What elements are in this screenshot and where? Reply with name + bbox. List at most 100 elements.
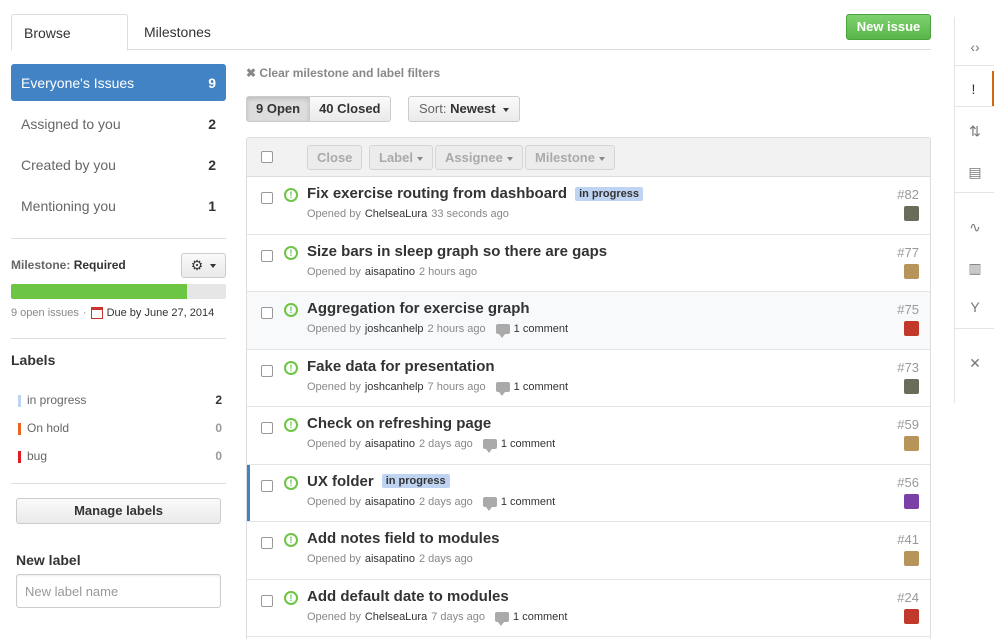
avatar[interactable] xyxy=(904,378,919,394)
issue-title[interactable]: Fake data for presentation xyxy=(307,358,495,375)
label-item-on-hold[interactable]: On hold 0 xyxy=(11,414,226,442)
issue-title-wrap: Aggregation for exercise graph xyxy=(307,300,530,317)
label-count: 2 xyxy=(215,393,222,407)
settings-icon[interactable]: ✕ xyxy=(955,345,994,381)
issue-checkbox[interactable] xyxy=(261,537,273,549)
issue-label-badge[interactable]: in progress xyxy=(381,474,450,488)
issue-checkbox[interactable] xyxy=(261,422,273,434)
issue-state-toggle: 9 Open 40 Closed xyxy=(246,96,391,122)
issue-row[interactable]: ! Aggregation for exercise graph Opened by… xyxy=(247,292,930,350)
issue-author[interactable]: aisapatino xyxy=(365,438,415,450)
issue-title[interactable]: Add default date to modules xyxy=(307,588,509,605)
filter-created-by-you[interactable]: Created by you 2 xyxy=(11,146,226,183)
select-all-checkbox[interactable] xyxy=(261,151,273,163)
clear-filters-link[interactable]: ✖ Clear milestone and label filters xyxy=(246,66,440,80)
graphs-icon[interactable]: ▥ xyxy=(955,250,994,286)
pulse-icon[interactable]: ∿ xyxy=(955,209,994,245)
milestone-settings-button[interactable]: ⚙ xyxy=(181,253,226,278)
issue-checkbox[interactable] xyxy=(261,364,273,377)
open-issue-icon: ! xyxy=(284,418,298,432)
label-item-bug[interactable]: bug 0 xyxy=(11,442,226,470)
network-icon[interactable]: Y xyxy=(955,289,994,325)
open-issue-icon: ! xyxy=(284,360,298,375)
issue-title-wrap: Check on refreshing page xyxy=(307,415,491,432)
open-issues-button[interactable]: 9 Open xyxy=(246,96,311,122)
issue-title[interactable]: UX folder xyxy=(307,473,374,490)
issue-title[interactable]: Add notes field to modules xyxy=(307,530,500,547)
issue-author[interactable]: joshcanhelp xyxy=(365,381,424,393)
issue-row[interactable]: ! Fake data for presentation Opened by josh… xyxy=(247,350,930,407)
opened-by-prefix: Opened by xyxy=(307,553,361,565)
filter-assigned-to-you[interactable]: Assigned to you 2 xyxy=(11,105,226,142)
issue-row[interactable]: ! Fix exercise routing from dashboard in p… xyxy=(247,177,930,235)
tab-browse-issues[interactable]: Browse Issues xyxy=(11,14,128,77)
open-issue-icon: ! xyxy=(284,188,298,202)
issue-comments[interactable]: 1 comment xyxy=(513,611,567,623)
issue-checkbox[interactable] xyxy=(261,479,273,492)
milestone-dropdown[interactable]: Milestone xyxy=(525,145,615,170)
close-issues-button[interactable]: Close xyxy=(307,145,363,170)
avatar[interactable] xyxy=(904,263,919,279)
avatar[interactable] xyxy=(904,206,919,221)
new-label-input[interactable] xyxy=(16,574,221,608)
closed-issues-button[interactable]: 40 Closed xyxy=(310,96,391,122)
issue-row[interactable]: ! UX folder in progress Opened by aisapatino… xyxy=(247,465,930,522)
sort-dropdown[interactable]: Sort: Newest xyxy=(408,96,521,122)
issue-comments[interactable]: 1 comment xyxy=(514,323,568,335)
issue-checkbox[interactable] xyxy=(261,249,273,262)
issue-time: 2 hours ago xyxy=(427,323,486,335)
filter-mentioning-you[interactable]: Mentioning you 1 xyxy=(11,187,226,224)
tab-milestones[interactable]: Milestones xyxy=(132,14,223,50)
issue-time: 2 days ago xyxy=(418,438,473,450)
issue-row[interactable]: ! Add notes field to modules Opened by aisa… xyxy=(247,522,930,580)
issue-comments[interactable]: 1 comment xyxy=(514,381,568,393)
issue-row[interactable]: ! Check on refreshing page Opened by aisapa… xyxy=(247,407,930,465)
opened-by-prefix: Opened by xyxy=(307,495,361,508)
filter-everyones-issues[interactable]: Everyone's Issues 9 xyxy=(11,64,226,101)
label-color-swatch xyxy=(18,422,21,435)
new-issue-button[interactable]: New issue xyxy=(846,14,931,40)
issue-number: #82 xyxy=(897,187,919,202)
issue-row[interactable]: ! Add default date to modules Opened by Che… xyxy=(247,580,930,637)
comment-icon xyxy=(482,439,497,453)
opened-by-prefix: Opened by xyxy=(307,265,361,278)
issue-author[interactable]: aisapatino xyxy=(365,266,415,278)
assignee-dropdown[interactable]: Assignee xyxy=(435,145,523,170)
open-issue-icon: ! xyxy=(284,245,298,260)
issue-time: 7 days ago xyxy=(431,610,486,623)
issue-row[interactable]: ! Size bars in sleep graph so there are g… xyxy=(247,235,930,292)
pull-request-icon[interactable]: ⇅ xyxy=(955,113,994,149)
wiki-icon[interactable]: ▤ xyxy=(955,154,994,190)
manage-labels-button[interactable]: Manage labels xyxy=(16,498,221,524)
avatar[interactable] xyxy=(904,551,919,566)
chevron-down-icon xyxy=(503,107,510,112)
issue-author[interactable]: aisapatino xyxy=(365,553,415,565)
issue-author[interactable]: aisapatino xyxy=(365,496,415,508)
issue-comments[interactable]: 1 comment xyxy=(501,438,555,450)
issues-icon[interactable]: ! xyxy=(955,71,994,107)
nav-divider xyxy=(955,106,994,107)
issue-title[interactable]: Aggregation for exercise graph xyxy=(307,300,530,317)
label-item-in-progress[interactable]: in progress 2 xyxy=(11,386,226,414)
nav-divider xyxy=(955,328,994,329)
issue-title[interactable]: Size bars in sleep graph so there are ga… xyxy=(307,243,607,260)
avatar[interactable] xyxy=(904,321,919,336)
milestone-open-issues[interactable]: 9 open issues xyxy=(11,307,79,319)
milestone-separator: · xyxy=(82,307,87,319)
issue-author[interactable]: ChelseaLura xyxy=(365,611,427,623)
avatar[interactable] xyxy=(904,493,919,509)
issue-checkbox[interactable] xyxy=(261,192,273,204)
issue-filters: Everyone's Issues 9 Assigned to you 2 Cr… xyxy=(11,64,226,228)
issue-author[interactable]: ChelseaLura xyxy=(365,208,427,220)
issue-title[interactable]: Fix exercise routing from dashboard xyxy=(307,185,567,202)
issue-checkbox[interactable] xyxy=(261,594,273,607)
issue-author[interactable]: joshcanhelp xyxy=(365,323,424,335)
issue-label-badge[interactable]: in progress xyxy=(575,186,643,201)
code-icon[interactable]: ‹› xyxy=(955,29,994,65)
avatar[interactable] xyxy=(904,436,919,451)
issue-checkbox[interactable] xyxy=(261,307,273,319)
issue-comments[interactable]: 1 comment xyxy=(501,496,555,508)
avatar[interactable] xyxy=(904,608,919,624)
label-dropdown[interactable]: Label xyxy=(369,145,433,170)
issue-title[interactable]: Check on refreshing page xyxy=(307,415,491,432)
